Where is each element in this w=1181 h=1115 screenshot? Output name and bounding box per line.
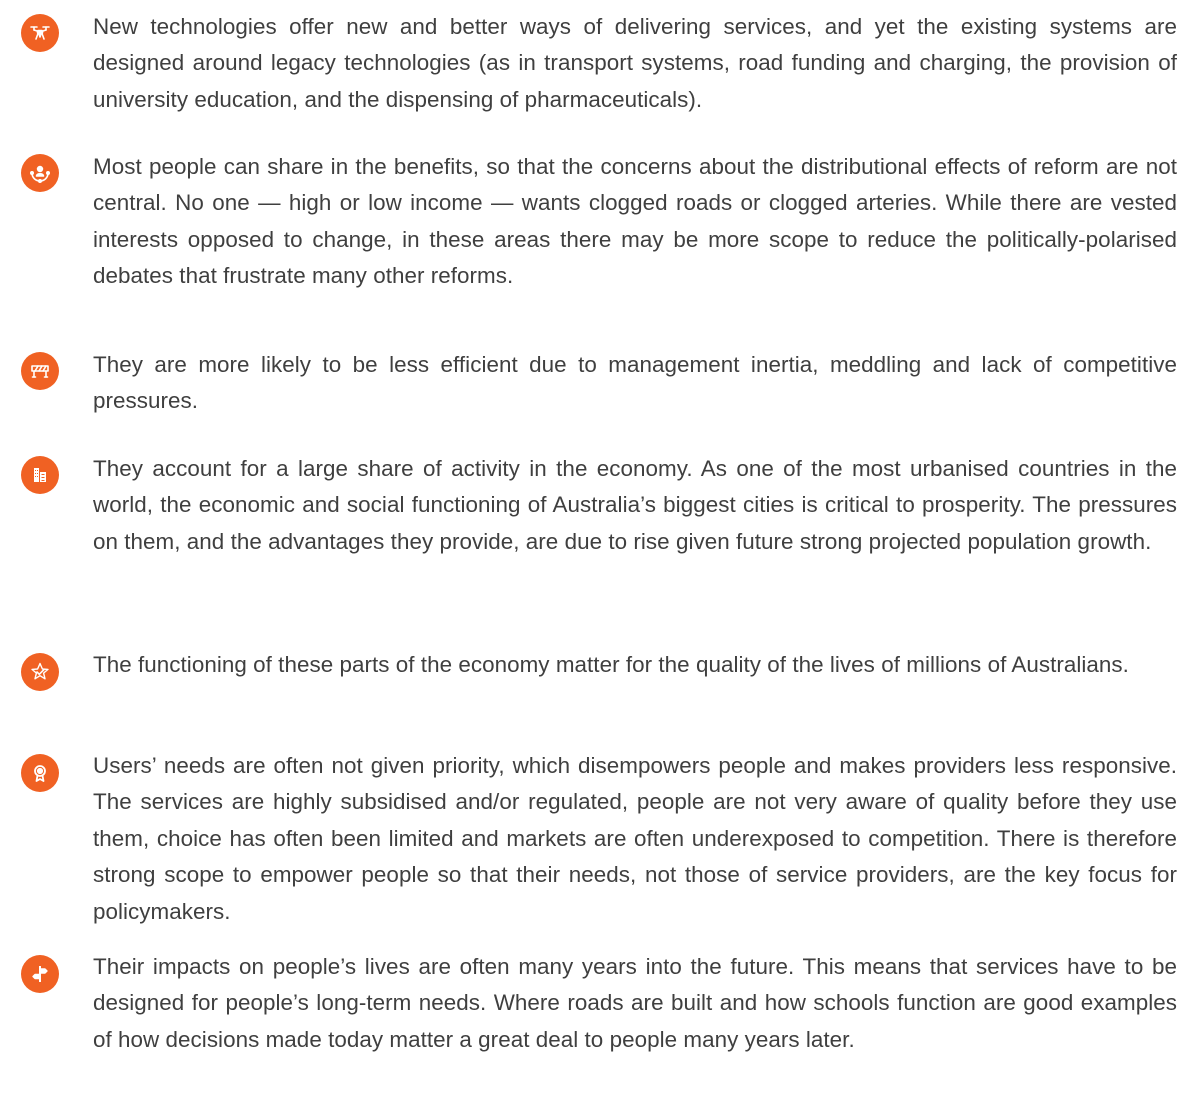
item-text: They account for a large share of activi… (93, 456, 1177, 554)
people-network-icon (21, 154, 59, 192)
item-text: Users’ needs are often not given priorit… (93, 753, 1177, 924)
item-text: New technologies offer new and better wa… (93, 14, 1177, 112)
award-ribbon-icon (21, 754, 59, 792)
item-text: The functioning of these parts of the ec… (93, 652, 1129, 677)
item-text: Their impacts on people’s lives are ofte… (93, 954, 1177, 1052)
drone-icon (21, 14, 59, 52)
roadblock-icon (21, 352, 59, 390)
city-buildings-icon (21, 456, 59, 494)
star-check-icon (21, 653, 59, 691)
item-text: Most people can share in the benefits, s… (93, 154, 1177, 289)
item-text: They are more likely to be less efficien… (93, 352, 1177, 414)
signpost-icon (21, 955, 59, 993)
